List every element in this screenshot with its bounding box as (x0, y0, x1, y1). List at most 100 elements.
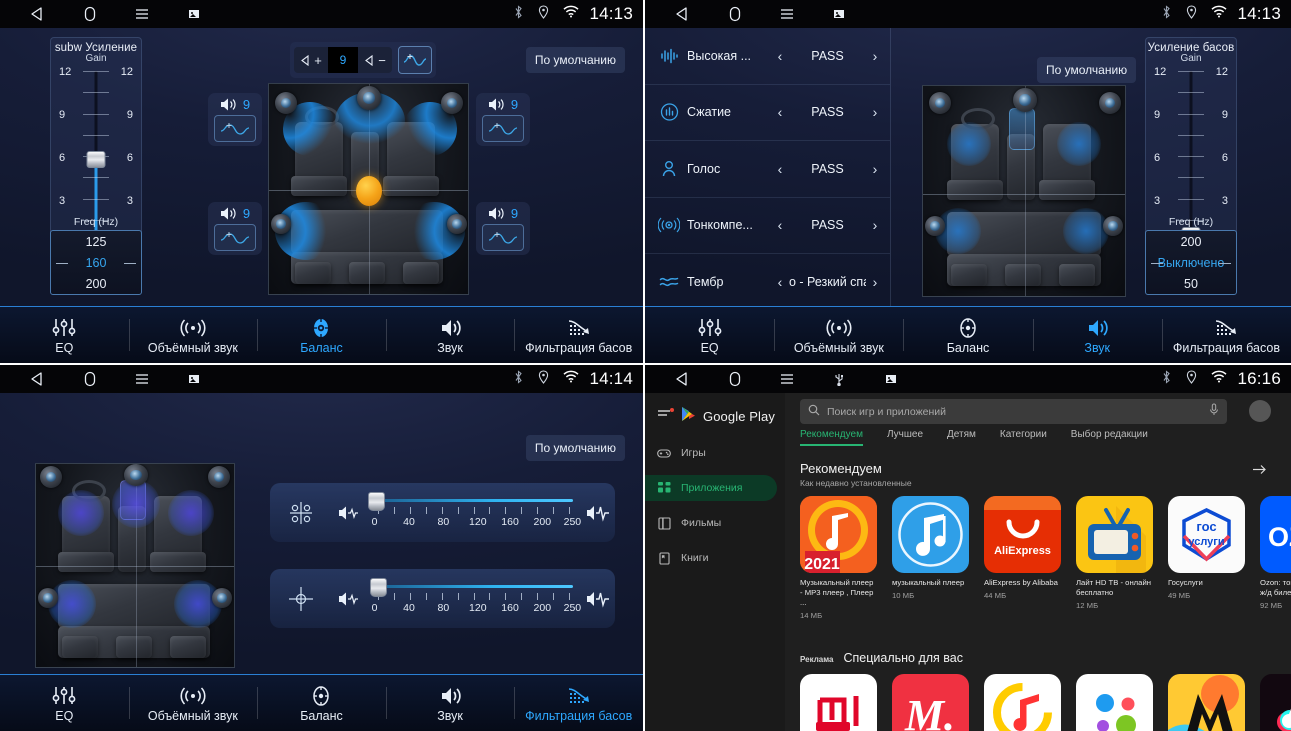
sidebar-item-books[interactable]: Книги (645, 545, 777, 571)
tab-sound[interactable]: Звук (385, 307, 515, 363)
app-card[interactable]: AliExpress AliExpress by Alibaba 44 МБ (984, 496, 1061, 620)
home-icon[interactable] (709, 365, 761, 393)
tab-categories[interactable]: Категории (1000, 429, 1047, 446)
list-item-high[interactable]: Высокая ... ‹ PASS › (645, 28, 890, 85)
back-triangle-icon[interactable] (12, 0, 64, 28)
next-arrow-icon[interactable]: › (866, 48, 884, 64)
tab-surround[interactable]: Объёмный звук (774, 307, 903, 363)
sidebar-item-games[interactable]: Игры (645, 440, 777, 466)
screenshot-icon[interactable] (168, 365, 220, 393)
tab-top[interactable]: Лучшее (887, 429, 923, 446)
tab-sound[interactable]: Звук (385, 675, 515, 731)
back-triangle-icon[interactable] (12, 365, 64, 393)
bass-freq-option[interactable]: 200 (1146, 231, 1236, 252)
app-card[interactable]: гос услуги Госуслуги 49 МБ (1168, 496, 1245, 620)
next-arrow-icon[interactable]: › (866, 161, 884, 177)
subw-freq-option-selected[interactable]: 160 (51, 252, 141, 273)
subw-freq-option[interactable]: 200 (51, 273, 141, 294)
screenshot-icon[interactable] (865, 365, 917, 393)
screenshot-icon[interactable] (168, 0, 220, 28)
list-item-voice[interactable]: Голос ‹ PASS › (645, 141, 890, 198)
tab-recommended[interactable]: Рекомендуем (800, 429, 863, 446)
car-interior-sound[interactable] (922, 85, 1126, 297)
prev-arrow-icon[interactable]: ‹ (771, 48, 789, 64)
tab-surround[interactable]: Объёмный звук (128, 675, 258, 731)
default-button[interactable]: По умолчанию (525, 47, 625, 73)
prev-arrow-icon[interactable]: ‹ (771, 274, 789, 290)
tab-eq[interactable]: EQ (0, 307, 129, 363)
back-triangle-icon[interactable] (657, 365, 709, 393)
search-input[interactable]: Поиск игр и приложений (800, 399, 1227, 424)
default-button[interactable]: По умолчанию (525, 435, 625, 461)
hamburger-icon[interactable] (657, 407, 674, 426)
app-card[interactable] (1076, 674, 1153, 731)
prev-arrow-icon[interactable]: ‹ (771, 161, 789, 177)
tab-balance[interactable]: Баланс (257, 675, 386, 731)
default-button[interactable]: По умолчанию (1037, 57, 1137, 83)
menu-icon[interactable] (761, 365, 813, 393)
volume-up-button[interactable]: + (294, 47, 328, 73)
volume-down-button[interactable]: − (358, 47, 392, 73)
wave-plus-icon[interactable] (214, 224, 256, 251)
list-item-loudness[interactable]: Тонкомпе... ‹ PASS › (645, 198, 890, 254)
next-arrow-icon[interactable]: › (866, 104, 884, 120)
prev-arrow-icon[interactable]: ‹ (771, 217, 789, 233)
app-card[interactable]: М. (892, 674, 969, 731)
arrow-right-icon[interactable] (1252, 463, 1267, 479)
crossover-high-track-area[interactable]: 0 40 80 120 160 200 250 (366, 485, 581, 541)
menu-icon[interactable] (116, 365, 168, 393)
tab-eq[interactable]: EQ (645, 307, 774, 363)
slider-knob[interactable] (368, 491, 386, 511)
sidebar-item-apps[interactable]: Приложения (645, 475, 777, 501)
subw-freq-option[interactable]: 125 (51, 231, 141, 252)
tab-kids[interactable]: Детям (947, 429, 976, 446)
home-icon[interactable] (64, 365, 116, 393)
app-card[interactable] (800, 674, 877, 731)
next-arrow-icon[interactable]: › (866, 274, 884, 290)
bass-freq-list[interactable]: 200 Выключено 50 (1145, 230, 1237, 295)
tab-surround[interactable]: Объёмный звук (128, 307, 258, 363)
app-card[interactable]: 2021 Музыкальный плеер - MP3 плеер , Пле… (800, 496, 877, 620)
subw-gain-knob[interactable] (86, 151, 106, 168)
bass-freq-option-selected[interactable]: Выключено (1146, 252, 1236, 273)
wave-plus-icon[interactable] (214, 115, 256, 142)
tab-bass-filter[interactable]: Фильтрация басов (514, 675, 643, 731)
tab-balance[interactable]: Баланс (903, 307, 1032, 363)
list-item-compression[interactable]: Сжатие ‹ PASS › (645, 85, 890, 141)
wave-plus-icon[interactable] (482, 115, 524, 142)
tab-balance[interactable]: Баланс (257, 307, 386, 363)
tab-eq[interactable]: EQ (0, 675, 129, 731)
tab-editors-choice[interactable]: Выбор редакции (1071, 429, 1148, 446)
home-icon[interactable] (709, 0, 761, 28)
app-card[interactable] (1260, 674, 1291, 731)
sidebar-item-label: Приложения (681, 482, 743, 494)
back-triangle-icon[interactable] (657, 0, 709, 28)
home-icon[interactable] (64, 0, 116, 28)
avatar[interactable] (1249, 400, 1271, 422)
app-card[interactable] (984, 674, 1061, 731)
menu-icon[interactable] (761, 0, 813, 28)
sidebar-item-movies[interactable]: Фильмы (645, 510, 777, 536)
list-item-timbre[interactable]: Тембр ‹ о - Резкий спа › (645, 254, 890, 311)
app-card[interactable]: OZ N 24 7 Ozon: товары, авиа, ж/д билеты (1260, 496, 1291, 620)
next-arrow-icon[interactable]: › (866, 217, 884, 233)
bass-freq-option[interactable]: 50 (1146, 273, 1236, 294)
menu-icon[interactable] (116, 0, 168, 28)
app-card[interactable]: Лайт HD ТВ - онлайн бесплатно 12 МБ (1076, 496, 1153, 620)
app-card[interactable] (1168, 674, 1245, 731)
crossover-sub-track-area[interactable]: 0 40 80 120 160 200 250 (366, 571, 581, 627)
wave-plus-icon[interactable] (398, 46, 432, 74)
wave-plus-icon[interactable] (482, 224, 524, 251)
car-interior-bassfilter[interactable] (35, 463, 235, 668)
microphone-icon[interactable] (1209, 403, 1219, 421)
slider-knob[interactable] (370, 577, 388, 597)
subw-freq-list[interactable]: 125 160 200 (50, 230, 142, 295)
balance-position-handle[interactable] (356, 176, 382, 206)
tab-sound[interactable]: Звук (1032, 307, 1162, 363)
car-interior-balance[interactable] (268, 83, 469, 295)
screenshot-icon[interactable] (813, 0, 865, 28)
app-card[interactable]: музыкальный плеер 10 МБ (892, 496, 969, 620)
tab-bass-filter[interactable]: Фильтрация басов (1161, 307, 1291, 363)
tab-bass-filter[interactable]: Фильтрация басов (514, 307, 643, 363)
prev-arrow-icon[interactable]: ‹ (771, 104, 789, 120)
